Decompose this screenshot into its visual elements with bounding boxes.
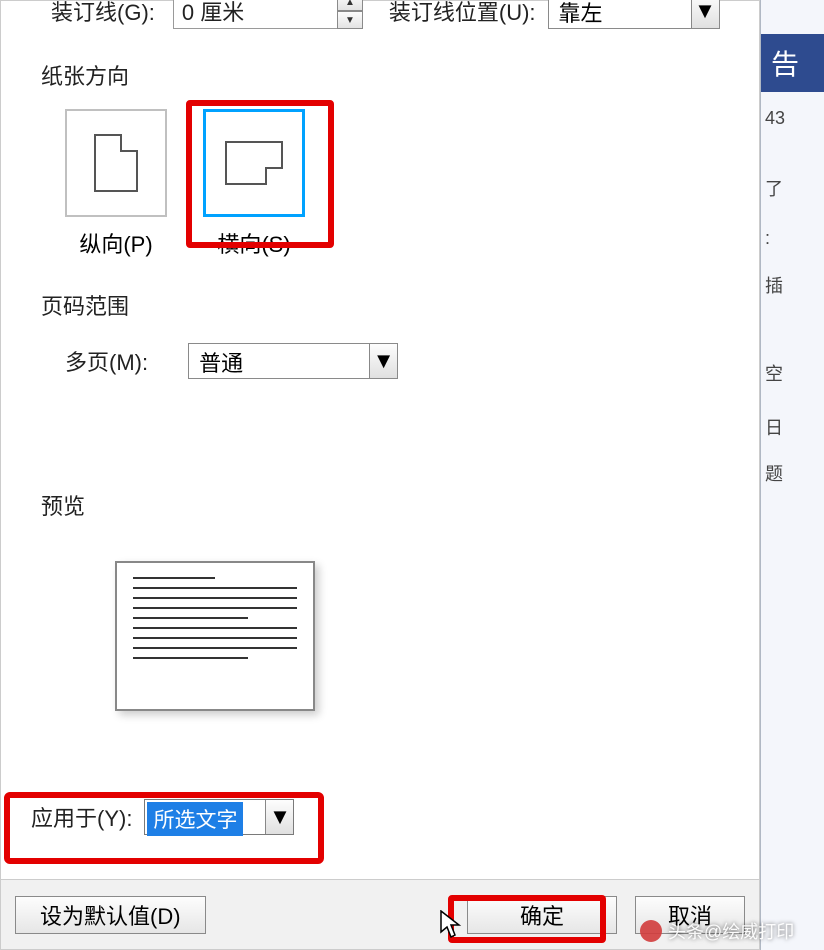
page-range-title: 页码范围	[41, 289, 731, 321]
side-text: :	[765, 228, 770, 249]
watermark-icon	[640, 920, 662, 942]
gutter-pos-dropdown[interactable]: 靠左 ▼	[548, 0, 720, 29]
right-side-panel: 告 43 了 : 插 空 日 题	[760, 0, 824, 950]
side-text: 空	[765, 360, 783, 386]
gutter-label: 装订线(G):	[51, 0, 155, 27]
side-text: 43	[765, 108, 785, 129]
apply-to-value: 所选文字	[147, 802, 243, 836]
side-text: 日	[765, 414, 783, 440]
apply-to-dropdown[interactable]: 所选文字 ▼	[144, 799, 294, 835]
multipage-dropdown[interactable]: 普通 ▼	[188, 343, 398, 379]
ok-button[interactable]: 确定	[467, 896, 617, 934]
side-text: 题	[765, 460, 783, 486]
preview-thumbnail	[115, 561, 315, 711]
multipage-value: 普通	[189, 344, 277, 378]
landscape-label: 横向(S)	[203, 227, 305, 259]
side-text: 插	[765, 272, 783, 298]
portrait-icon	[94, 134, 138, 192]
blue-tab: 告	[761, 34, 824, 92]
orientation-title: 纸张方向	[41, 59, 731, 91]
multipage-label: 多页(M):	[65, 345, 148, 377]
spin-up-icon[interactable]: ▲	[337, 0, 363, 11]
orientation-landscape[interactable]: 横向(S)	[203, 109, 305, 259]
gutter-row: 装订线(G): ▲ ▼ 装订线位置(U): 靠左 ▼	[51, 0, 731, 29]
side-text: 了	[765, 175, 783, 201]
dropdown-icon[interactable]: ▼	[691, 0, 719, 28]
gutter-spinner[interactable]: ▲ ▼	[173, 0, 363, 29]
apply-to-label: 应用于(Y):	[31, 801, 132, 833]
orientation-portrait[interactable]: 纵向(P)	[65, 109, 167, 259]
set-default-button[interactable]: 设为默认值(D)	[15, 896, 206, 934]
spinner-buttons[interactable]: ▲ ▼	[337, 0, 363, 29]
dropdown-icon[interactable]: ▼	[369, 344, 397, 378]
dropdown-icon[interactable]: ▼	[265, 800, 293, 834]
landscape-icon	[225, 141, 283, 185]
gutter-pos-label: 装订线位置(U):	[389, 0, 536, 27]
spin-down-icon[interactable]: ▼	[337, 11, 363, 29]
gutter-input[interactable]	[173, 0, 363, 29]
gutter-pos-value: 靠左	[549, 0, 637, 28]
portrait-label: 纵向(P)	[65, 227, 167, 259]
watermark-text: 头条@绘威打印	[668, 918, 794, 944]
preview-title: 预览	[41, 489, 731, 521]
watermark: 头条@绘威打印	[640, 918, 794, 944]
page-setup-dialog: 装订线(G): ▲ ▼ 装订线位置(U): 靠左 ▼ 纸张方向 纵向(P)	[0, 0, 760, 950]
